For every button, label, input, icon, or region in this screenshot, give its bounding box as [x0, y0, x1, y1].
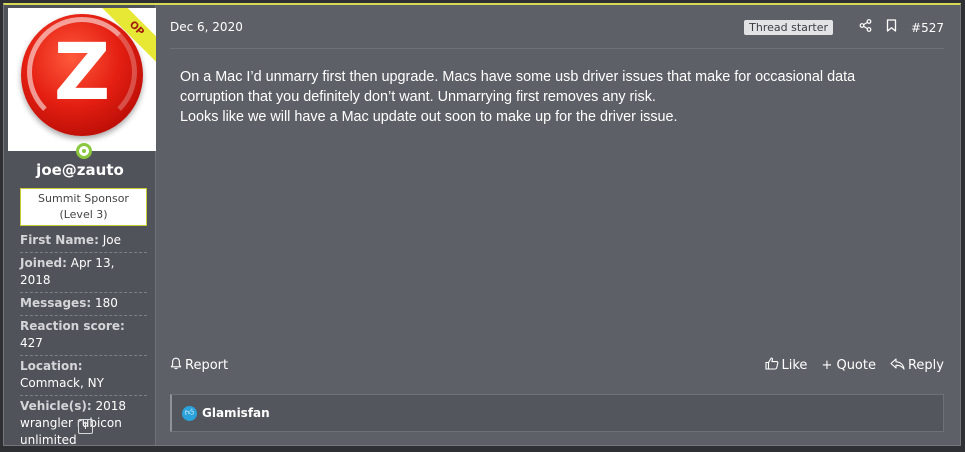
reply-label: Reply	[907, 358, 944, 373]
report-button[interactable]: Report	[170, 357, 228, 374]
header-divider	[170, 48, 944, 49]
avatar-logo: Z	[21, 14, 143, 136]
message-post: Z OP joe@zauto Summit Sponsor (Level 3) …	[3, 3, 961, 447]
post-body-line: Looks like we will have a Mac update out…	[180, 109, 678, 125]
stat-location: Location: Commack, NY	[20, 356, 147, 396]
post-body: On a Mac I’d unmarry first then upgrade.…	[180, 67, 920, 127]
share-icon[interactable]	[859, 19, 872, 36]
stat-reaction-score: Reaction score: 427	[20, 316, 147, 356]
stat-key: Reaction score:	[20, 319, 125, 333]
stat-first-name: First Name: Joe	[20, 230, 147, 253]
stat-key: Location:	[20, 359, 83, 373]
reply-icon	[890, 357, 905, 374]
like-label: Like	[781, 358, 808, 373]
report-label: Report	[185, 358, 229, 373]
stat-value: 180	[94, 296, 118, 310]
stat-messages: Messages: 180	[20, 293, 147, 316]
stat-joined: Joined: Apr 13, 2018	[20, 253, 147, 293]
thread-starter-badge: Thread starter	[744, 20, 834, 35]
bell-icon	[170, 357, 182, 374]
stat-value: 427	[20, 336, 43, 350]
user-sidebar: Z OP joe@zauto Summit Sponsor (Level 3) …	[4, 5, 156, 447]
stat-key: First Name:	[20, 233, 99, 247]
thumbs-up-icon	[764, 357, 779, 374]
user-title-badge: Summit Sponsor (Level 3)	[20, 188, 147, 226]
post-date[interactable]: Dec 6, 2020	[170, 20, 243, 34]
reactions-bar[interactable]: 👍︎ Glamisfan	[170, 394, 944, 432]
post-body-line: corruption that you definitely don’t wan…	[180, 89, 656, 105]
post-permalink-number[interactable]: #527	[911, 21, 944, 35]
like-button[interactable]: Like	[764, 357, 808, 374]
expand-arrow-up-icon[interactable]: ↑	[78, 419, 93, 434]
online-status-icon	[76, 143, 92, 159]
quote-label: + Quote	[821, 358, 876, 373]
stat-value: Joe	[102, 233, 121, 247]
user-title-line1: Summit Sponsor	[38, 192, 129, 205]
bookmark-icon[interactable]	[886, 19, 897, 36]
post-content: Dec 6, 2020 Thread starter #527 On a Mac…	[156, 5, 960, 445]
avatar-letter: Z	[53, 28, 111, 118]
reply-button[interactable]: Reply	[890, 357, 944, 374]
stat-key: Vehicle(s):	[20, 399, 92, 413]
reaction-users[interactable]: Glamisfan	[202, 406, 270, 420]
avatar[interactable]: Z OP	[8, 8, 156, 151]
stat-value: Commack, NY	[20, 376, 104, 390]
quote-button[interactable]: + Quote	[821, 358, 876, 373]
stat-key: Messages:	[20, 296, 92, 310]
post-header-actions: Thread starter #527	[744, 19, 944, 36]
post-body-line: On a Mac I’d unmarry first then upgrade.…	[180, 69, 856, 85]
stat-key: Joined:	[20, 256, 67, 270]
username[interactable]: joe@zauto	[4, 161, 156, 179]
user-title-line2: (Level 3)	[59, 208, 108, 221]
post-footer-actions: Report Like + Quote Reply	[170, 357, 944, 374]
like-reaction-icon: 👍︎	[182, 405, 197, 421]
